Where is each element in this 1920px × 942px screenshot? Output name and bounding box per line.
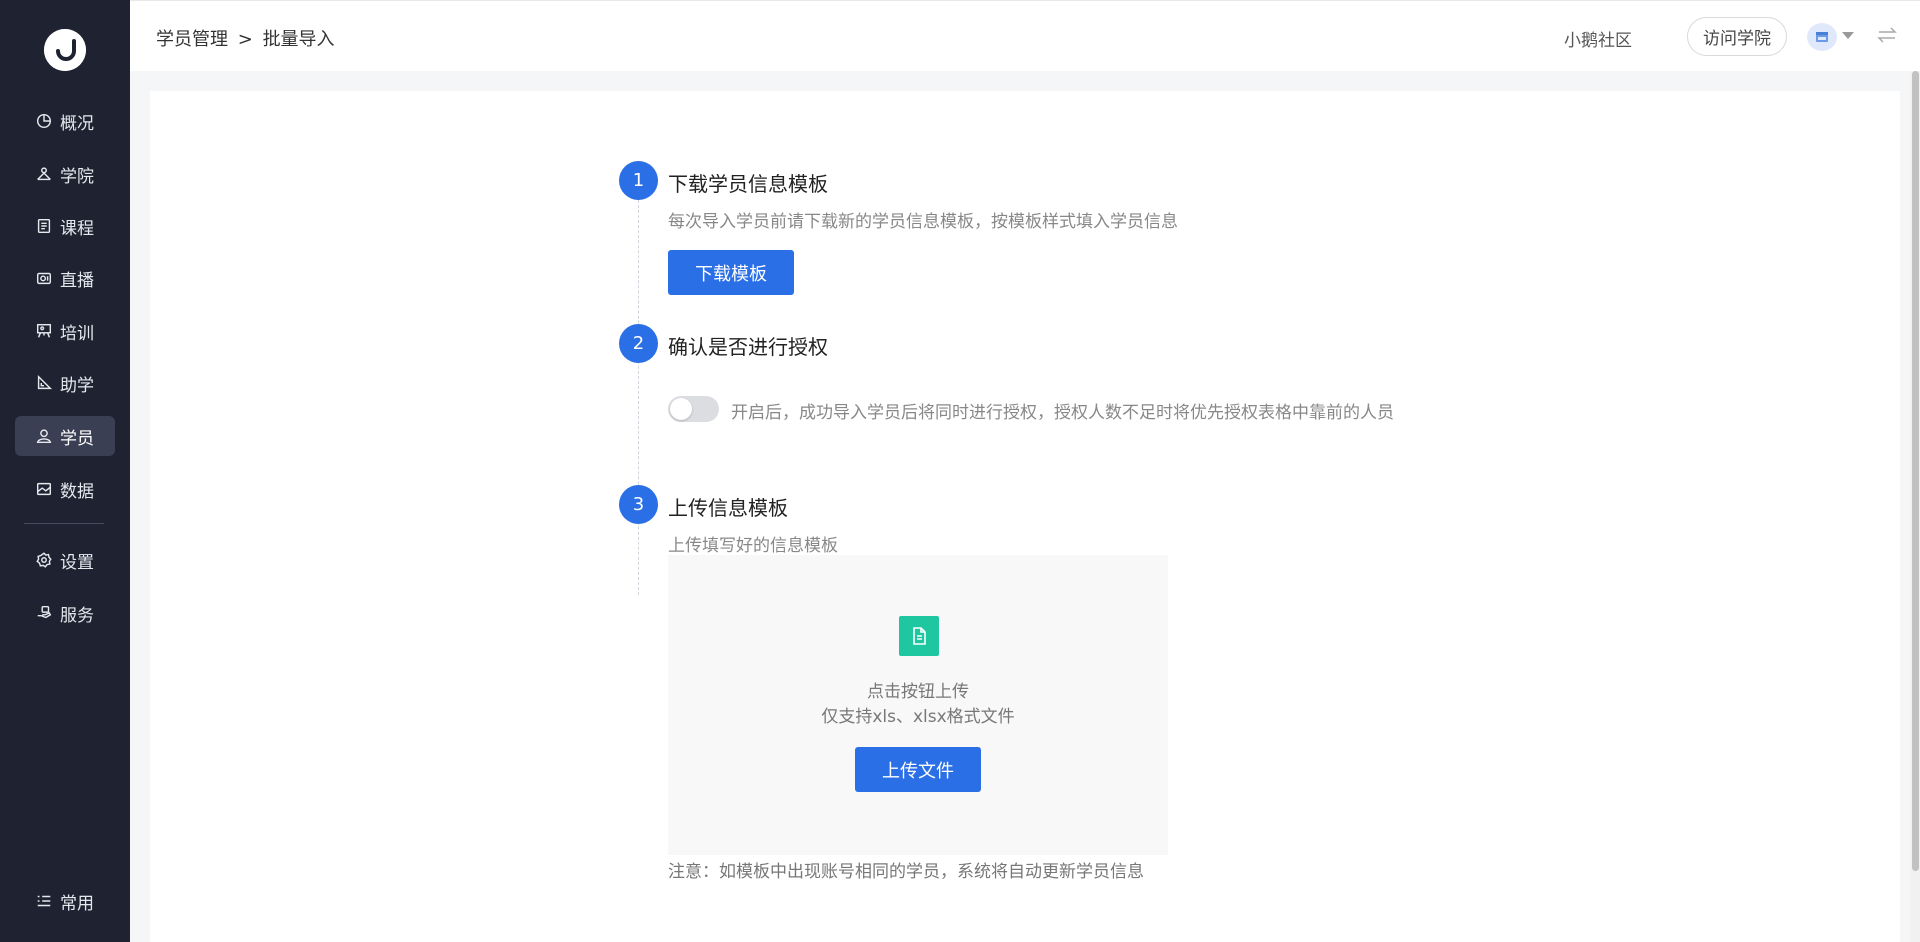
sidebar-item-assist[interactable]: 助学 bbox=[15, 363, 115, 403]
upload-hint-format: 仅支持xls、xlsx格式文件 bbox=[821, 707, 1015, 727]
import-note: 注意：如模板中出现账号相同的学员，系统将自动更新学员信息 bbox=[668, 862, 1144, 882]
logo-icon[interactable] bbox=[44, 29, 86, 71]
sidebar-item-overview[interactable]: 概况 bbox=[15, 101, 115, 141]
scrollbar-thumb[interactable] bbox=[1912, 71, 1919, 871]
upload-area[interactable]: 点击按钮上传 仅支持xls、xlsx格式文件 上传文件 bbox=[668, 555, 1168, 855]
step-1-title: 下载学员信息模板 bbox=[668, 172, 828, 196]
community-link[interactable]: 小鹅社区 bbox=[1564, 26, 1632, 51]
ruler-icon bbox=[34, 373, 54, 393]
step-3-title: 上传信息模板 bbox=[668, 496, 788, 520]
sidebar-item-label: 常用 bbox=[60, 893, 94, 914]
step-3-number: 3 bbox=[619, 485, 658, 524]
breadcrumb-current: 批量导入 bbox=[262, 29, 335, 50]
live-camera-icon bbox=[34, 268, 54, 288]
sidebar-item-settings[interactable]: 设置 bbox=[15, 540, 115, 580]
sidebar-item-label: 助学 bbox=[60, 375, 94, 396]
sidebar-item-label: 服务 bbox=[60, 605, 94, 626]
scrollbar[interactable] bbox=[1910, 71, 1920, 942]
sidebar-item-label: 课程 bbox=[60, 218, 94, 239]
step-connector-line bbox=[638, 200, 639, 595]
authorize-toggle[interactable] bbox=[668, 396, 719, 422]
sidebar-item-common[interactable]: 常用 bbox=[15, 881, 115, 921]
sidebar-item-course[interactable]: 课程 bbox=[15, 206, 115, 246]
sidebar-item-academy[interactable]: 学院 bbox=[15, 154, 115, 194]
step-1-description: 每次导入学员前请下载新的学员信息模板，按模板样式填入学员信息 bbox=[668, 212, 1178, 232]
user-icon bbox=[34, 426, 54, 446]
switch-icon[interactable] bbox=[1875, 23, 1901, 49]
gear-icon bbox=[34, 550, 54, 570]
list-icon bbox=[34, 891, 54, 911]
training-board-icon bbox=[34, 321, 54, 341]
visit-academy-button[interactable]: 访问学院 bbox=[1687, 17, 1787, 56]
upload-file-button[interactable]: 上传文件 bbox=[855, 747, 981, 792]
sidebar-item-label: 设置 bbox=[60, 552, 94, 573]
academy-icon bbox=[34, 164, 54, 184]
step-2-number: 2 bbox=[619, 324, 658, 363]
upload-hint-primary: 点击按钮上传 bbox=[867, 682, 969, 702]
sidebar-item-label: 学院 bbox=[60, 166, 94, 187]
authorize-toggle-description: 开启后，成功导入学员后将同时进行授权，授权人数不足时将优先授权表格中靠前的人员 bbox=[731, 403, 1394, 423]
pie-chart-icon bbox=[34, 111, 54, 131]
sidebar-item-label: 概况 bbox=[60, 113, 94, 134]
sidebar-item-label: 学员 bbox=[60, 428, 94, 449]
sidebar-item-students[interactable]: 学员 bbox=[15, 416, 115, 456]
sidebar-item-label: 培训 bbox=[60, 323, 94, 344]
sidebar-item-live[interactable]: 直播 bbox=[15, 258, 115, 298]
sidebar-item-label: 直播 bbox=[60, 270, 94, 291]
breadcrumb-separator: > bbox=[237, 29, 253, 50]
step-3-description: 上传填写好的信息模板 bbox=[668, 536, 838, 556]
document-icon bbox=[34, 216, 54, 236]
store-icon[interactable] bbox=[1807, 23, 1837, 51]
sidebar-item-label: 数据 bbox=[60, 481, 94, 502]
step-2-title: 确认是否进行授权 bbox=[668, 335, 828, 359]
hand-service-icon bbox=[34, 603, 54, 623]
sidebar-item-training[interactable]: 培训 bbox=[15, 311, 115, 351]
breadcrumb: 学员管理 > 批量导入 bbox=[156, 25, 339, 51]
breadcrumb-parent[interactable]: 学员管理 bbox=[156, 29, 228, 50]
step-1-number: 1 bbox=[619, 161, 658, 200]
image-chart-icon bbox=[34, 479, 54, 499]
sidebar-divider bbox=[24, 523, 104, 524]
sidebar-item-data[interactable]: 数据 bbox=[15, 469, 115, 509]
download-template-button[interactable]: 下载模板 bbox=[668, 250, 794, 295]
sidebar: 概况 学院 课程 直播 培训 助学 学员 数据 设置 服务 常用 bbox=[0, 0, 130, 942]
file-icon bbox=[899, 616, 939, 656]
toggle-knob bbox=[670, 398, 692, 420]
sidebar-item-service[interactable]: 服务 bbox=[15, 593, 115, 633]
top-header: 学员管理 > 批量导入 小鹅社区 访问学院 bbox=[130, 0, 1920, 71]
chevron-down-icon[interactable] bbox=[1842, 32, 1854, 39]
